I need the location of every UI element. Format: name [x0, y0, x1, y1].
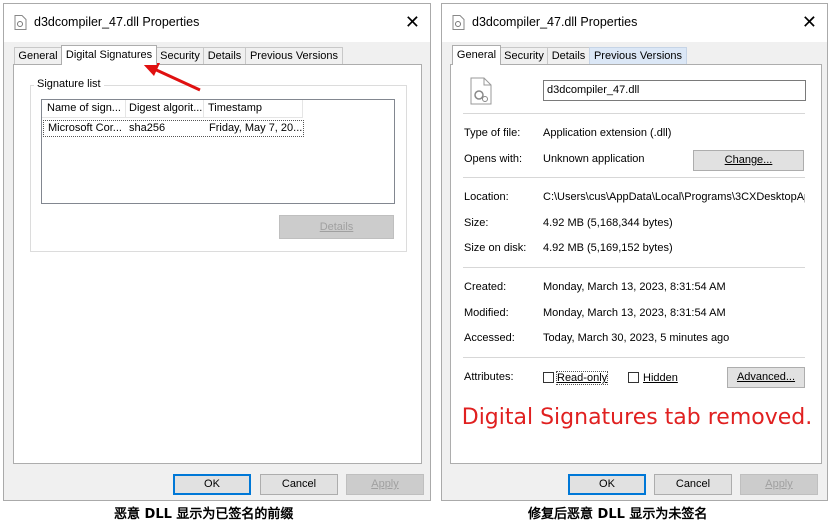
separator	[463, 357, 805, 358]
signature-list-label: Signature list	[34, 78, 104, 90]
type-label: Type of file:	[464, 127, 521, 139]
dll-file-icon	[452, 15, 465, 30]
size-on-disk-value: 4.92 MB (5,169,152 bytes)	[543, 242, 673, 254]
table-row[interactable]: Microsoft Cor... sha256 Friday, May 7, 2…	[43, 120, 304, 137]
change-button[interactable]: Change...	[693, 150, 804, 171]
left-apply-label: Apply	[371, 478, 399, 490]
left-properties-window: d3dcompiler_47.dll Properties ✕ General …	[3, 3, 431, 501]
separator	[463, 177, 805, 178]
size-label: Size:	[464, 217, 489, 229]
row-digest: sha256	[129, 122, 166, 134]
left-tab-panel: Signature list Name of sign... Digest al…	[13, 64, 422, 464]
column-header-timestamp[interactable]: Timestamp	[204, 100, 303, 118]
right-caption: 修复后恶意 DLL 显示为未签名	[528, 507, 708, 522]
filename-text: d3dcompiler_47.dll	[547, 84, 640, 96]
right-tab-general[interactable]: General	[452, 45, 501, 65]
size-on-disk-label: Size on disk:	[464, 242, 527, 254]
right-tab-security[interactable]: Security	[500, 47, 548, 64]
details-button[interactable]: Details	[279, 215, 394, 239]
filename-input[interactable]: d3dcompiler_47.dll	[543, 80, 806, 101]
signature-list[interactable]: Name of sign... Digest algorit... Timest…	[41, 99, 395, 204]
dll-file-icon	[14, 15, 27, 30]
created-value: Monday, March 13, 2023, 8:31:54 AM	[543, 281, 726, 293]
hidden-label[interactable]: Hidden	[643, 372, 678, 384]
right-properties-window: d3dcompiler_47.dll Properties ✕ General …	[441, 3, 828, 501]
tab-removed-annotation: Digital Signatures tab removed.	[461, 405, 813, 430]
separator	[463, 267, 805, 268]
change-button-label: Change...	[724, 154, 773, 166]
right-apply-button[interactable]: Apply	[740, 474, 818, 495]
right-apply-label: Apply	[765, 478, 793, 490]
file-icon	[470, 77, 492, 105]
left-ok-button[interactable]: OK	[173, 474, 251, 495]
hidden-checkbox[interactable]	[628, 372, 639, 383]
accessed-value: Today, March 30, 2023, 5 minutes ago	[543, 332, 730, 344]
row-timestamp: Friday, May 7, 20...	[209, 122, 303, 134]
opens-value: Unknown application	[543, 153, 645, 165]
right-title-bar: d3dcompiler_47.dll Properties ✕	[442, 4, 827, 42]
left-cancel-button[interactable]: Cancel	[260, 474, 338, 495]
left-caption: 恶意 DLL 显示为已签名的前缀	[114, 507, 294, 522]
type-value: Application extension (.dll)	[543, 127, 672, 139]
modified-label: Modified:	[464, 307, 509, 319]
left-title-bar: d3dcompiler_47.dll Properties ✕	[4, 4, 430, 42]
location-value-clip: C:\Users\cus\AppData\Local\Programs\3CXD…	[543, 191, 805, 205]
right-cancel-button[interactable]: Cancel	[654, 474, 732, 495]
created-label: Created:	[464, 281, 507, 293]
row-signer-name: Microsoft Cor...	[48, 122, 122, 134]
separator	[463, 113, 805, 114]
column-header-digest[interactable]: Digest algorit...	[126, 100, 204, 118]
location-value: C:\Users\cus\AppData\Local\Programs\3CXD…	[543, 191, 805, 203]
location-label: Location:	[464, 191, 509, 203]
left-close-icon[interactable]: ✕	[405, 12, 420, 33]
size-value: 4.92 MB (5,168,344 bytes)	[543, 217, 673, 229]
advanced-button[interactable]: Advanced...	[727, 367, 805, 388]
attributes-label: Attributes:	[464, 371, 514, 383]
right-tab-previous-versions[interactable]: Previous Versions	[589, 47, 687, 64]
modified-value: Monday, March 13, 2023, 8:31:54 AM	[543, 307, 726, 319]
left-window-title: d3dcompiler_47.dll Properties	[34, 15, 200, 29]
details-button-label: Details	[319, 221, 354, 233]
left-apply-button[interactable]: Apply	[346, 474, 424, 495]
right-tab-panel: d3dcompiler_47.dll Type of file: Applica…	[450, 64, 822, 464]
right-window-title: d3dcompiler_47.dll Properties	[472, 15, 638, 29]
left-tab-general[interactable]: General	[14, 47, 62, 64]
left-tab-digital-signatures[interactable]: Digital Signatures	[61, 45, 157, 65]
right-ok-button[interactable]: OK	[568, 474, 646, 495]
right-close-icon[interactable]: ✕	[802, 12, 817, 33]
accessed-label: Accessed:	[464, 332, 515, 344]
column-header-name[interactable]: Name of sign...	[42, 100, 126, 118]
right-tab-details[interactable]: Details	[547, 47, 590, 64]
opens-label: Opens with:	[464, 153, 523, 165]
left-tab-previous-versions[interactable]: Previous Versions	[245, 47, 343, 64]
read-only-label[interactable]: Read-only	[555, 371, 609, 385]
advanced-button-label: Advanced...	[736, 371, 796, 383]
read-only-checkbox[interactable]	[543, 372, 554, 383]
